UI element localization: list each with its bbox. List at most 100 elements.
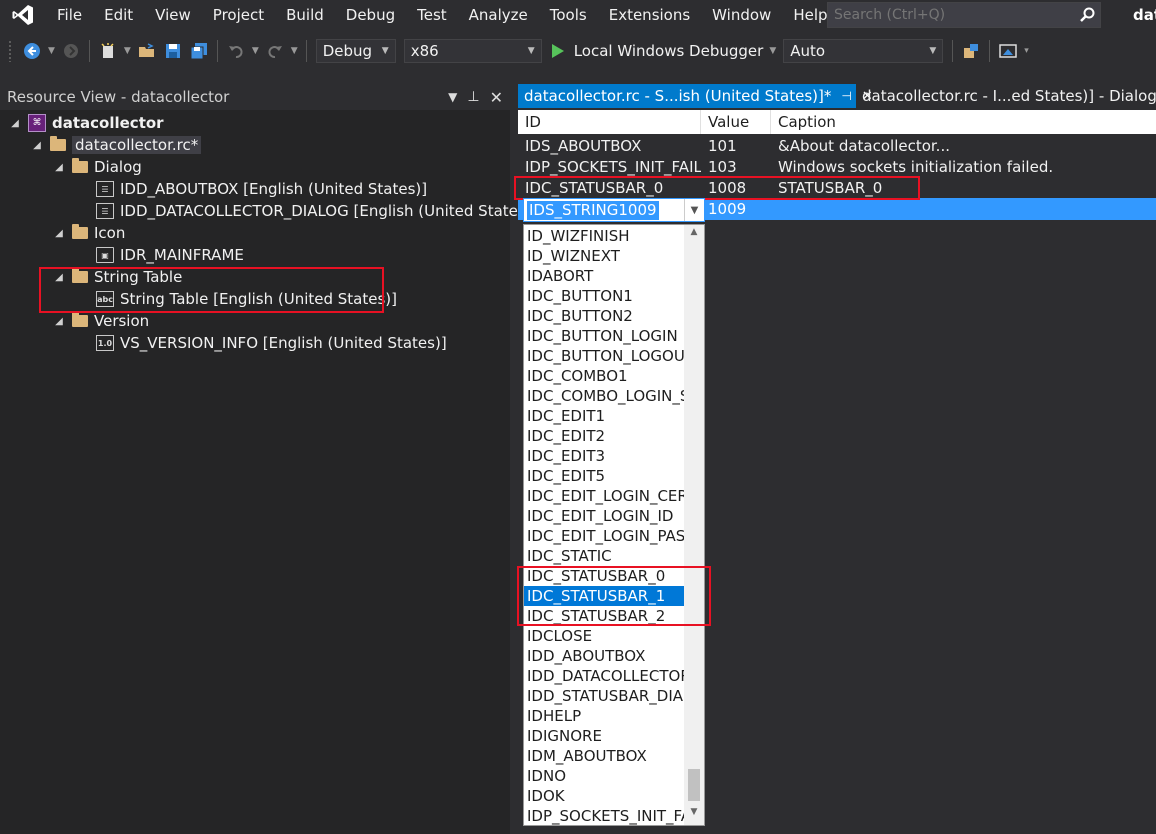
menu-item-tools[interactable]: Tools: [539, 0, 598, 30]
expanded-arrow-icon[interactable]: ◢: [30, 140, 44, 151]
dropdown-option[interactable]: IDC_EDIT_LOGIN_ID: [524, 506, 684, 526]
dropdown-option[interactable]: IDOK: [524, 786, 684, 806]
tree-item-version-resource[interactable]: 1.0 VS_VERSION_INFO [English (United Sta…: [96, 332, 447, 354]
run-mode-select[interactable]: Auto ▼: [783, 39, 944, 63]
toolbar-grip[interactable]: [8, 40, 13, 62]
id-dropdown-list[interactable]: ID_WIZFINISH ID_WIZNEXT IDABORT IDC_BUTTON1…: [523, 224, 705, 826]
start-debugging-button[interactable]: Local Windows Debugger ▼: [551, 39, 780, 63]
dropdown-option[interactable]: IDD_ABOUTBOX: [524, 646, 684, 666]
tree-item-dialog-resource[interactable]: ☰ IDD_DATACOLLECTOR_DIALOG [English (Uni…: [96, 200, 537, 222]
chevron-down-icon[interactable]: ▼: [769, 46, 776, 56]
expanded-arrow-icon[interactable]: ◢: [52, 162, 66, 173]
expanded-arrow-icon[interactable]: ◢: [52, 272, 66, 283]
dropdown-option[interactable]: IDC_STATUSBAR_2: [524, 606, 684, 626]
redo-icon[interactable]: [264, 40, 286, 62]
column-header-value[interactable]: Value: [701, 110, 771, 134]
dropdown-option[interactable]: IDIGNORE: [524, 726, 684, 746]
configuration-select[interactable]: Debug ▼: [315, 39, 396, 63]
chevron-down-icon[interactable]: ▼: [291, 46, 298, 56]
tab-string-table[interactable]: datacollector.rc - S...ish (United State…: [518, 84, 873, 108]
find-in-files-icon[interactable]: [960, 40, 982, 62]
dropdown-option[interactable]: IDABORT: [524, 266, 684, 286]
new-project-icon[interactable]: [97, 40, 119, 62]
tree-folder-dialog[interactable]: ◢ Dialog: [52, 156, 142, 178]
chevron-down-icon[interactable]: ▼: [684, 199, 704, 221]
menu-item-window[interactable]: Window: [701, 0, 782, 30]
dropdown-option[interactable]: IDCLOSE: [524, 626, 684, 646]
expanded-arrow-icon[interactable]: ◢: [52, 316, 66, 327]
dropdown-option[interactable]: IDC_BUTTON1: [524, 286, 684, 306]
expanded-arrow-icon[interactable]: ◢: [52, 228, 66, 239]
platform-select[interactable]: x86 ▼: [403, 39, 542, 63]
dropdown-option[interactable]: IDC_EDIT_LOGIN_PASSV: [524, 526, 684, 546]
save-icon[interactable]: [162, 40, 184, 62]
table-row[interactable]: IDC_STATUSBAR_0 1008 STATUSBAR_0: [518, 177, 1156, 199]
visual-studio-logo-icon[interactable]: [0, 0, 46, 30]
dropdown-option[interactable]: IDC_STATIC: [524, 546, 684, 566]
scroll-up-icon[interactable]: ▲: [684, 227, 704, 243]
dropdown-option[interactable]: IDC_EDIT3: [524, 446, 684, 466]
menu-item-analyze[interactable]: Analyze: [458, 0, 539, 30]
tree-item-icon-resource[interactable]: ▣ IDR_MAINFRAME: [96, 244, 244, 266]
tree-item-string-table[interactable]: abc String Table [English (United States…: [96, 288, 397, 310]
toolbar-overflow-icon[interactable]: ▾: [1024, 46, 1029, 56]
search-box[interactable]: [827, 2, 1101, 28]
tree-item-root[interactable]: ◢ ⌘ datacollector: [8, 112, 164, 134]
undo-icon[interactable]: [225, 40, 247, 62]
navigate-forward-icon[interactable]: [60, 40, 82, 62]
menu-item-test[interactable]: Test: [406, 0, 458, 30]
dropdown-option[interactable]: IDD_DATACOLLECTOR_: [524, 666, 684, 686]
dropdown-option[interactable]: ID_WIZFINISH: [524, 226, 684, 246]
search-input[interactable]: [828, 7, 1074, 23]
navigate-back-icon[interactable]: [21, 40, 43, 62]
pin-icon[interactable]: ⊣: [841, 89, 851, 103]
tree-folder-version[interactable]: ◢ Version: [52, 310, 149, 332]
tree-item-rc-file[interactable]: ◢ datacollector.rc*: [30, 134, 202, 156]
close-icon[interactable]: ✕: [490, 88, 503, 107]
pin-icon[interactable]: ⊥: [467, 89, 479, 105]
dropdown-option[interactable]: IDD_STATUSBAR_DIALO: [524, 686, 684, 706]
dropdown-option[interactable]: IDC_EDIT_LOGIN_CERT: [524, 486, 684, 506]
menu-item-project[interactable]: Project: [202, 0, 275, 30]
column-header-id[interactable]: ID: [518, 110, 701, 134]
user-label[interactable]: dat: [1133, 0, 1156, 30]
menu-item-edit[interactable]: Edit: [93, 0, 144, 30]
dropdown-option[interactable]: IDNO: [524, 766, 684, 786]
dropdown-scrollbar[interactable]: ▲ ▼: [684, 225, 704, 825]
dropdown-option[interactable]: IDC_EDIT5: [524, 466, 684, 486]
live-share-icon[interactable]: [997, 40, 1019, 62]
expanded-arrow-icon[interactable]: ◢: [8, 118, 22, 129]
dropdown-option[interactable]: IDC_STATUSBAR_1: [524, 586, 684, 606]
dropdown-option[interactable]: IDC_BUTTON_LOGOUT: [524, 346, 684, 366]
id-combobox-value[interactable]: IDS_STRING1009: [527, 201, 659, 220]
tree-item-dialog-resource[interactable]: ☰ IDD_ABOUTBOX [English (United States)]: [96, 178, 427, 200]
dropdown-option[interactable]: ID_WIZNEXT: [524, 246, 684, 266]
menu-item-extensions[interactable]: Extensions: [598, 0, 701, 30]
id-combobox[interactable]: IDS_STRING1009 ▼: [523, 198, 705, 222]
menu-item-view[interactable]: View: [144, 0, 202, 30]
chevron-down-icon[interactable]: ▼: [48, 46, 55, 56]
open-file-icon[interactable]: [136, 40, 158, 62]
dropdown-option[interactable]: IDP_SOCKETS_INIT_FAIL: [524, 806, 684, 825]
dropdown-option[interactable]: IDC_BUTTON2: [524, 306, 684, 326]
dropdown-option[interactable]: IDM_ABOUTBOX: [524, 746, 684, 766]
tree-folder-string-table[interactable]: ◢ String Table: [52, 266, 182, 288]
menu-item-file[interactable]: File: [46, 0, 93, 30]
dropdown-option[interactable]: IDC_COMBO1: [524, 366, 684, 386]
tree-folder-icon[interactable]: ◢ Icon: [52, 222, 125, 244]
menu-item-build[interactable]: Build: [275, 0, 335, 30]
search-icon[interactable]: [1074, 3, 1100, 27]
dropdown-option[interactable]: IDHELP: [524, 706, 684, 726]
dropdown-option[interactable]: IDC_EDIT1: [524, 406, 684, 426]
scroll-down-icon[interactable]: ▼: [684, 807, 704, 823]
dropdown-option[interactable]: IDC_BUTTON_LOGIN: [524, 326, 684, 346]
dropdown-option[interactable]: IDC_COMBO_LOGIN_SE: [524, 386, 684, 406]
dropdown-option[interactable]: IDC_STATUSBAR_0: [524, 566, 684, 586]
tab-dialog[interactable]: datacollector.rc - I...ed States)] - Dia…: [856, 84, 1156, 108]
menu-item-debug[interactable]: Debug: [335, 0, 406, 30]
window-position-icon[interactable]: ▼: [448, 90, 457, 104]
column-header-caption[interactable]: Caption: [771, 110, 1156, 134]
table-row[interactable]: IDS_ABOUTBOX 101 &About datacollector...: [518, 135, 1156, 157]
table-row[interactable]: IDP_SOCKETS_INIT_FAIL... 103 Windows soc…: [518, 156, 1156, 178]
chevron-down-icon[interactable]: ▼: [124, 46, 131, 56]
